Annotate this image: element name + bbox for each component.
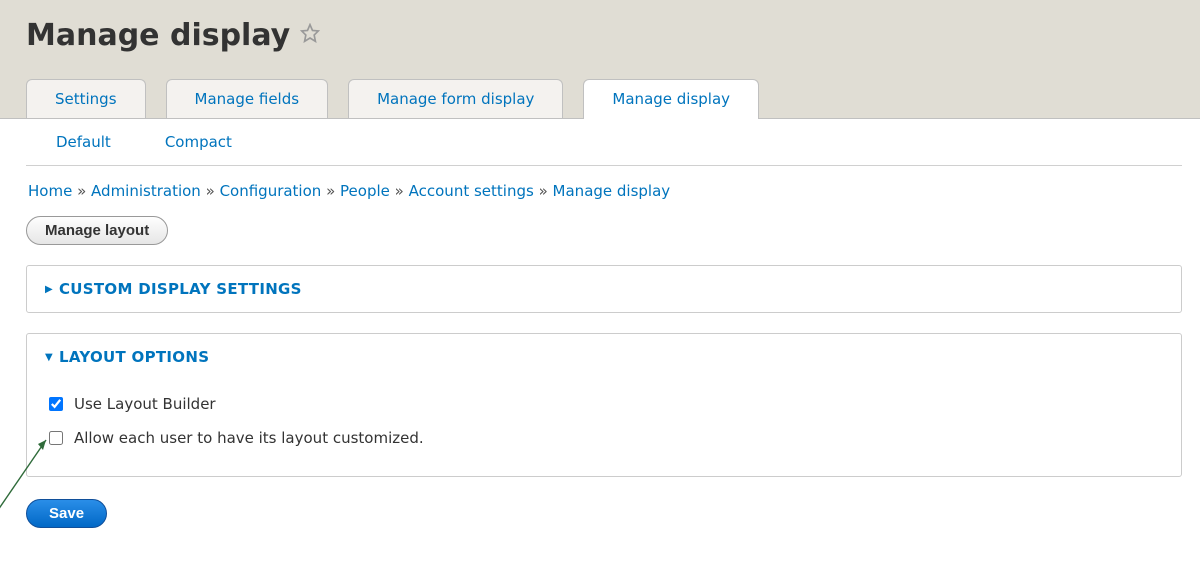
breadcrumb-sep: » (326, 182, 335, 200)
fieldset-title-text: LAYOUT OPTIONS (59, 348, 209, 366)
tab-manage-form-display[interactable]: Manage form display (348, 79, 563, 118)
primary-tabs: Settings Manage fields Manage form displ… (26, 79, 1174, 118)
checkbox-allow-user-layout[interactable] (49, 431, 63, 445)
breadcrumb-manage-display[interactable]: Manage display (553, 182, 671, 200)
secondary-tab-default[interactable]: Default (56, 133, 111, 151)
breadcrumb-administration[interactable]: Administration (91, 182, 201, 200)
secondary-tabs: Default Compact (26, 119, 1182, 165)
checkbox-label: Use Layout Builder (74, 395, 216, 413)
triangle-down-icon: ▼ (45, 352, 53, 363)
star-outline-icon[interactable] (300, 23, 320, 49)
tab-settings[interactable]: Settings (26, 79, 146, 118)
page-title-row: Manage display (26, 18, 1174, 53)
checkbox-use-layout-builder-row[interactable]: Use Layout Builder (45, 394, 1163, 414)
breadcrumb-sep: » (395, 182, 404, 200)
fieldset-layout-options: ▼ LAYOUT OPTIONS Use Layout Builder Allo… (26, 333, 1182, 477)
checkbox-allow-user-layout-row[interactable]: Allow each user to have its layout custo… (45, 428, 1163, 448)
breadcrumb-home[interactable]: Home (28, 182, 72, 200)
page-title: Manage display (26, 18, 290, 53)
secondary-tab-compact[interactable]: Compact (165, 133, 232, 151)
checkbox-label: Allow each user to have its layout custo… (74, 429, 424, 447)
tab-manage-display[interactable]: Manage display (583, 79, 759, 118)
fieldset-custom-display-settings: ▶ CUSTOM DISPLAY SETTINGS (26, 265, 1182, 313)
save-button[interactable]: Save (26, 499, 107, 528)
breadcrumb-people[interactable]: People (340, 182, 390, 200)
fieldset-toggle-custom-display[interactable]: ▶ CUSTOM DISPLAY SETTINGS (45, 280, 1163, 298)
content-wrap: Default Compact Home » Administration » … (0, 118, 1200, 538)
header-bar: Manage display Settings Manage fields Ma… (0, 0, 1200, 118)
triangle-right-icon: ▶ (45, 284, 53, 295)
fieldset-title-text: CUSTOM DISPLAY SETTINGS (59, 280, 302, 298)
manage-layout-button[interactable]: Manage layout (26, 216, 168, 245)
breadcrumb-configuration[interactable]: Configuration (220, 182, 322, 200)
content: Default Compact Home » Administration » … (0, 119, 1200, 538)
breadcrumb: Home » Administration » Configuration » … (26, 166, 1182, 216)
breadcrumb-account-settings[interactable]: Account settings (409, 182, 534, 200)
fieldset-toggle-layout-options[interactable]: ▼ LAYOUT OPTIONS (45, 348, 1163, 366)
checkbox-use-layout-builder[interactable] (49, 397, 63, 411)
breadcrumb-sep: » (206, 182, 215, 200)
tab-manage-fields[interactable]: Manage fields (166, 79, 329, 118)
breadcrumb-sep: » (77, 182, 86, 200)
breadcrumb-sep: » (539, 182, 548, 200)
